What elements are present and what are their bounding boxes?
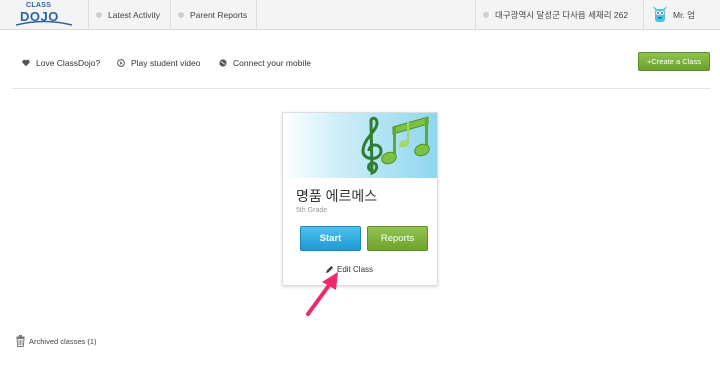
- nav-parent-reports[interactable]: Parent Reports: [178, 0, 247, 29]
- start-button[interactable]: Start: [300, 226, 361, 251]
- nav-separator: [475, 0, 476, 29]
- trash-icon: [16, 335, 25, 347]
- archived-classes-label: Archived classes (1): [29, 336, 97, 346]
- create-class-button[interactable]: +Create a Class: [638, 52, 710, 71]
- archived-classes-link[interactable]: Archived classes (1): [16, 334, 97, 348]
- user-name[interactable]: Mr. 엄: [673, 0, 695, 29]
- reports-button[interactable]: Reports: [367, 226, 428, 251]
- dot-icon: [178, 11, 184, 18]
- nav-latest-activity-label: Latest Activity: [108, 9, 160, 20]
- music-notes-icon: [361, 116, 430, 176]
- class-card-banner: [283, 113, 437, 178]
- nav-school[interactable]: 대구광역시 달성군 다사읍 세재리 262: [483, 0, 628, 29]
- logo-swoosh-icon: [15, 20, 73, 26]
- monster-avatar-icon[interactable]: [652, 5, 668, 24]
- nav-separator: [88, 0, 89, 29]
- globe-icon: [219, 59, 227, 67]
- section-divider: [12, 88, 710, 89]
- annotation-arrow-icon: [306, 272, 338, 316]
- class-grade: 5th Grade: [296, 207, 328, 214]
- love-classdojo-link[interactable]: Love ClassDojo?: [22, 55, 100, 71]
- classdojo-logo[interactable]: CLASS DOJO: [14, 2, 74, 26]
- nav-separator: [256, 0, 257, 29]
- connect-mobile-link[interactable]: Connect your mobile: [219, 55, 311, 71]
- heart-icon: [22, 59, 30, 67]
- play-student-video-link[interactable]: Play student video: [117, 55, 200, 71]
- logo-small-text: CLASS: [26, 2, 52, 9]
- nav-separator: [643, 0, 644, 29]
- nav-school-label: 대구광역시 달성군 다사읍 세재리 262: [495, 9, 629, 20]
- class-title[interactable]: 명품 에르메스: [296, 186, 377, 206]
- dot-icon: [483, 11, 489, 18]
- nav-separator: [170, 0, 171, 29]
- top-navigation-bar: CLASS DOJO Latest Activity Parent Report…: [0, 0, 720, 30]
- class-card: 명품 에르메스 5th Grade Start Reports Edit Cla…: [282, 112, 438, 286]
- nav-parent-reports-label: Parent Reports: [190, 9, 248, 20]
- dot-icon: [96, 11, 102, 18]
- love-classdojo-label: Love ClassDojo?: [36, 58, 101, 68]
- play-student-video-label: Play student video: [131, 58, 201, 68]
- connect-mobile-label: Connect your mobile: [233, 58, 311, 68]
- nav-latest-activity[interactable]: Latest Activity: [96, 0, 160, 29]
- play-icon: [117, 59, 125, 67]
